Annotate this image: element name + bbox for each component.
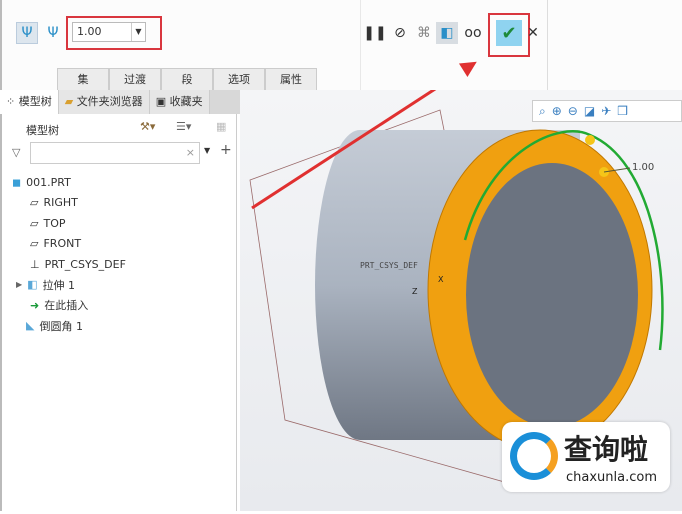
saved-views-icon[interactable]: ✈ [601, 104, 611, 118]
tab-model-tree[interactable]: ⁘ 模型树 [0, 90, 59, 114]
highlight-box [488, 13, 530, 57]
folder-icon: ▰ [64, 95, 77, 108]
divider [360, 0, 361, 90]
filter-icon[interactable]: ▽ [12, 146, 20, 159]
item-label: FRONT [43, 237, 82, 251]
divider [547, 0, 548, 90]
repaint-icon[interactable]: ◪ [584, 104, 595, 118]
tree-icon: ⁘ [6, 95, 19, 108]
datum-plane-icon: ▱ [30, 216, 39, 230]
watermark-url: chaxunla.com [566, 470, 657, 485]
part-icon: ◼ [12, 175, 22, 189]
axis-x-label: X [438, 275, 444, 284]
tree-item[interactable]: ▱ TOP [12, 213, 126, 234]
tab-label: 模型树 [18, 95, 52, 108]
display-style-icon[interactable]: ❒ [617, 104, 628, 118]
item-label: RIGHT [43, 196, 78, 210]
glasses-icon[interactable]: oo [462, 24, 484, 42]
watermark-logo-icon [510, 432, 558, 480]
tab-label: 文件夹浏览器 [76, 95, 143, 108]
tab-favorites[interactable]: ▣ 收藏夹 [149, 90, 210, 114]
drag-handle [585, 135, 595, 145]
cancel-x-icon[interactable]: ✕ [526, 25, 540, 41]
panel-title: 模型树 [26, 124, 59, 137]
tab-options[interactable]: 选项 [213, 68, 265, 90]
favorites-icon: ▣ [155, 95, 170, 108]
item-label: 001.PRT [26, 175, 71, 189]
highlight-box [66, 16, 162, 50]
fillet-set-icon[interactable]: Ψ [16, 22, 38, 44]
columns-icon[interactable]: ▦ [216, 120, 226, 133]
tab-properties[interactable]: 属性 [265, 68, 317, 90]
watermark-name: 查询啦 [564, 433, 649, 466]
verify-preview-icon[interactable]: ◧ [436, 22, 458, 44]
tree-item[interactable]: ◣ 倒圆角 1 [12, 316, 126, 337]
model-tree: ◼ 001.PRT ▱ RIGHT ▱ TOP ▱ FRONT ⊥ PRT_CSYS_DE… [12, 172, 126, 336]
item-label: 在此插入 [44, 299, 89, 313]
search-input[interactable]: × [30, 142, 200, 164]
item-label: PRT_CSYS_DEF [44, 257, 126, 271]
tab-transitions[interactable]: 过渡 [109, 68, 161, 90]
pause-icon[interactable]: ❚❚ [363, 24, 386, 42]
inner-bore [466, 163, 638, 427]
item-label: 拉伸 1 [42, 278, 76, 292]
expand-icon[interactable]: ▶ [16, 280, 22, 289]
item-label: TOP [43, 216, 66, 230]
settings-icon[interactable]: ⚒▾ [140, 120, 155, 133]
navigator-tabs: ⁘ 模型树 ▰ 文件夹浏览器 ▣ 收藏夹 [0, 90, 240, 114]
csys-icon: ⊥ [30, 257, 40, 271]
tab-pieces[interactable]: 段 [161, 68, 213, 90]
dim-label: 1.00 [632, 162, 654, 173]
clear-icon[interactable]: × [186, 146, 195, 159]
show-icon[interactable]: ☰▾ [176, 120, 191, 133]
tab-folder-browser[interactable]: ▰ 文件夹浏览器 [58, 90, 150, 114]
no-preview-icon[interactable]: ⊘ [392, 24, 408, 42]
tree-item[interactable]: ⊥ PRT_CSYS_DEF [12, 254, 126, 275]
ribbon-toolbar: Ψ Ψ 1.00 ▼ 集 过渡 段 选项 属性 ❚❚ ⊘ ⌘ ◧ oo ✔ ✕ [0, 0, 682, 90]
geometry-preview-icon[interactable]: ⌘ [414, 24, 434, 42]
datum-plane-icon: ▱ [30, 196, 39, 210]
tree-item[interactable]: ▶ ◧ 拉伸 1 [12, 275, 126, 296]
round-icon: ◣ [26, 319, 35, 333]
axis-z-label: Z [412, 287, 418, 296]
tree-item[interactable]: ➜ 在此插入 [12, 295, 126, 316]
tree-item[interactable]: ▱ FRONT [12, 234, 126, 255]
dashboard-tabs: 集 过渡 段 选项 属性 [57, 68, 317, 90]
zoom-in-icon[interactable]: ⊕ [552, 104, 562, 118]
tree-item[interactable]: ◼ 001.PRT [12, 172, 126, 193]
item-label: 倒圆角 1 [39, 319, 83, 333]
tab-sets[interactable]: 集 [57, 68, 109, 90]
extrude-icon: ◧ [27, 278, 38, 292]
tab-label: 收藏夹 [169, 95, 203, 108]
datum-plane-icon: ▱ [30, 237, 39, 251]
insert-arrow-icon: ➜ [30, 298, 40, 312]
watermark: 查询啦 chaxunla.com [502, 422, 670, 492]
add-icon[interactable]: + [220, 142, 232, 158]
search-dropdown-icon[interactable]: ▼ [204, 146, 210, 155]
csys-label: PRT_CSYS_DEF [360, 261, 418, 270]
tree-item[interactable]: ▱ RIGHT [12, 193, 126, 214]
view-toolbar: ⌕ ⊕ ⊖ ◪ ✈ ❒ [532, 100, 682, 122]
fillet-transition-icon[interactable]: Ψ [42, 22, 64, 44]
model-tree-panel: 模型树 ⚒▾ ☰▾ ▦ ▽ × ▼ + ◼ 001.PRT ▱ RIGHT ▱ TOP… [0, 114, 237, 511]
refit-icon[interactable]: ⌕ [539, 104, 546, 119]
zoom-out-icon[interactable]: ⊖ [568, 104, 578, 118]
